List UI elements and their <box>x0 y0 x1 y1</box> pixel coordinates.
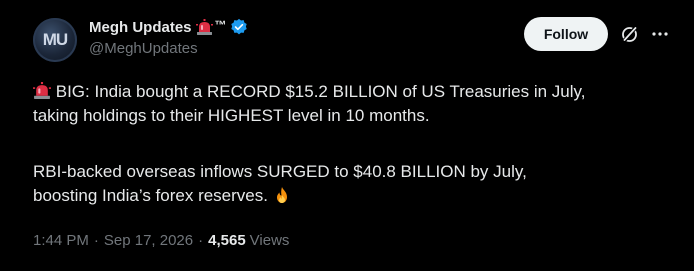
tweet-text-line: BIG: India bought a RECORD $15.2 BILLION… <box>33 80 586 104</box>
follow-button[interactable]: Follow <box>524 17 608 51</box>
views-count[interactable]: 4,565 <box>208 232 246 249</box>
tweet-meta: 1:44 PM · Sep 17, 2026 · 4,565 Views <box>33 232 289 249</box>
siren-icon <box>195 18 213 36</box>
avatar-monogram: MU <box>42 30 68 49</box>
grok-icon[interactable] <box>620 24 640 44</box>
tweet-card: MU Megh Updates ™ @MeghUpdates Follow BI… <box>0 0 694 271</box>
meta-separator: · <box>198 232 204 249</box>
verified-badge-icon[interactable] <box>230 18 248 36</box>
more-icon[interactable] <box>650 24 670 44</box>
fire-icon <box>273 186 291 204</box>
tweet-text: BIG: India bought a RECORD $15.2 BILLION… <box>55 82 586 101</box>
tweet-date[interactable]: Sep 17, 2026 <box>104 232 193 249</box>
tweet-text-line: taking holdings to their HIGHEST level i… <box>33 104 430 128</box>
tweet-text: taking holdings to their HIGHEST level i… <box>33 106 430 125</box>
tweet-text: boosting India’s forex reserves. <box>33 186 268 205</box>
tweet-time[interactable]: 1:44 PM <box>33 232 89 249</box>
tweet-text-line: boosting India’s forex reserves. <box>33 184 291 208</box>
views-label[interactable]: Views <box>250 232 290 249</box>
siren-icon <box>33 82 51 100</box>
meta-separator: · <box>93 232 99 249</box>
tweet-text-line: RBI-backed overseas inflows SURGED to $4… <box>33 160 527 184</box>
avatar[interactable]: MU <box>33 18 77 62</box>
tweet-text: RBI-backed overseas inflows SURGED to $4… <box>33 162 527 181</box>
author-handle[interactable]: @MeghUpdates <box>89 40 198 57</box>
display-name[interactable]: Megh Updates <box>89 19 192 36</box>
author-name-row[interactable]: Megh Updates ™ <box>89 16 248 38</box>
trademark-suffix: ™ <box>214 18 227 32</box>
